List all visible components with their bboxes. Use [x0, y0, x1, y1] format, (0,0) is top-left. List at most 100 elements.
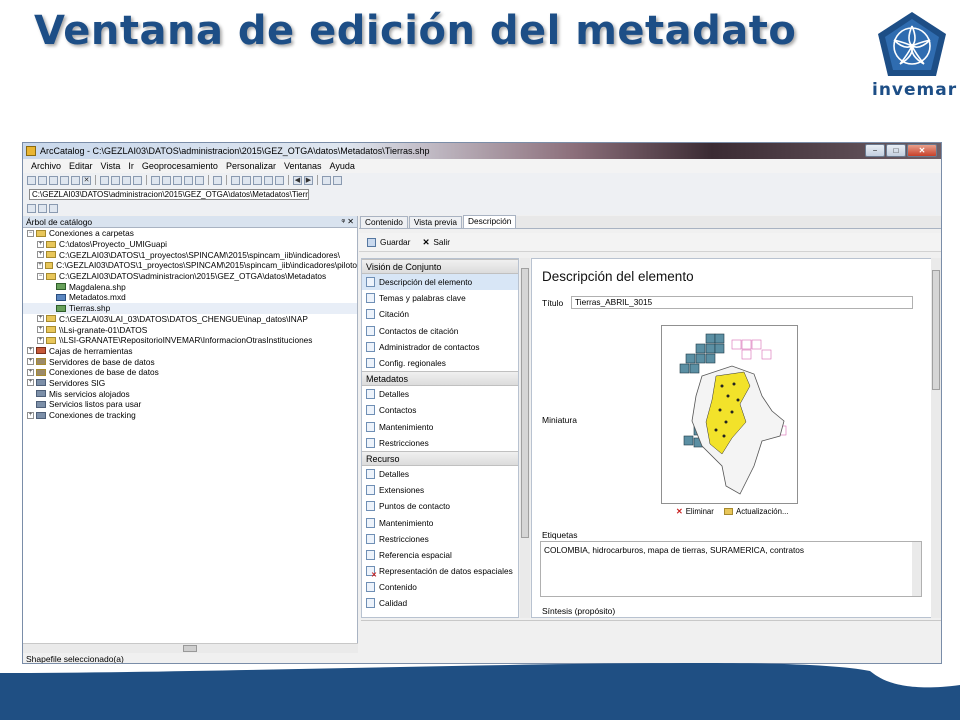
tree-item[interactable]: + \\LSI-GRANATE\RepositorioINVEMAR\Inform… [23, 335, 357, 346]
nav-item[interactable]: Contactos de citación [362, 323, 518, 339]
expand-icon[interactable]: + [27, 347, 34, 355]
info-icon[interactable] [322, 175, 331, 185]
nav-item[interactable]: Citación [362, 306, 518, 322]
exit-icon[interactable]: ✕ [422, 237, 429, 247]
tab-vista-previa[interactable]: Vista previa [408, 216, 463, 228]
large-icons-icon[interactable] [100, 175, 109, 185]
nav-item[interactable]: Administrador de contactos [362, 339, 518, 355]
expand-icon[interactable]: + [37, 336, 44, 344]
nav-item[interactable]: Mantenimiento [362, 419, 518, 435]
tags-scrollbar[interactable] [912, 542, 921, 596]
tree-item[interactable]: + Conexiones de base de datos [23, 367, 357, 378]
nav-section-header[interactable]: Recurso [362, 450, 518, 466]
nav-section-header[interactable]: Visión de Conjunto [362, 259, 518, 274]
tree-item[interactable]: Metadatos.mxd [23, 292, 357, 303]
title-bar[interactable]: ArcCatalog - C:\GEZLAI03\DATOS\administr… [23, 143, 941, 159]
model-builder-icon[interactable] [213, 175, 222, 185]
close-button[interactable]: ✕ [907, 144, 937, 157]
thumbnails-icon[interactable] [133, 175, 142, 185]
catalog-horizontal-scrollbar[interactable] [23, 643, 358, 653]
tree-item[interactable]: − C:\GEZLAI03\DATOS\administracion\2015\G… [23, 271, 357, 282]
disconnect-folder-icon[interactable] [49, 175, 58, 185]
nav-item[interactable]: Referencia espacial [362, 547, 518, 563]
menu-ventanas[interactable]: Ventanas [284, 161, 322, 171]
up-one-level-icon[interactable] [27, 175, 36, 185]
expand-icon[interactable]: + [37, 240, 44, 248]
expand-icon[interactable]: + [27, 368, 34, 376]
tree-item[interactable]: Mis servicios alojados [23, 388, 357, 399]
tags-textarea[interactable]: COLOMBIA, hidrocarburos, mapa de tierras… [540, 541, 922, 597]
nav-item[interactable]: Contactos [362, 402, 518, 418]
list-icon[interactable] [111, 175, 120, 185]
tree-item[interactable]: Magdalena.shp [23, 281, 357, 292]
edit-metadata-icon[interactable] [27, 203, 36, 213]
tree-item[interactable]: + Cajas de herramientas [23, 346, 357, 357]
tree-item[interactable]: Servicios listos para usar [23, 399, 357, 410]
launch-arcmap-icon[interactable] [151, 175, 160, 185]
full-extent-icon[interactable] [264, 175, 273, 185]
navigation-scrollbar[interactable] [520, 258, 530, 618]
tree-item[interactable]: + Servidores de base de datos [23, 356, 357, 367]
catalog-tree-icon[interactable] [162, 175, 171, 185]
menu-ir[interactable]: Ir [128, 161, 134, 171]
nav-item[interactable]: Temas y palabras clave [362, 290, 518, 306]
title-input[interactable]: Tierras_ABRIL_3015 [571, 296, 913, 309]
nav-item[interactable]: Contenido [362, 579, 518, 595]
expand-icon[interactable]: + [27, 411, 34, 419]
editor-scrollbar[interactable] [931, 258, 941, 618]
expand-icon[interactable]: + [37, 251, 44, 259]
nav-item[interactable]: Detalles [362, 386, 518, 402]
zoom-out-icon[interactable] [242, 175, 251, 185]
nav-item[interactable]: Representación de datos espaciales [362, 563, 518, 579]
tab-descripcion[interactable]: Descripción [463, 215, 517, 228]
minimize-button[interactable]: − [865, 144, 885, 157]
menu-editar[interactable]: Editar [69, 161, 93, 171]
tree-item[interactable]: − Conexiones a carpetas [23, 228, 357, 239]
export-metadata-icon[interactable] [38, 203, 47, 213]
nav-item[interactable]: Restricciones [362, 531, 518, 547]
update-thumbnail-button[interactable]: Actualización... [724, 507, 788, 516]
menu-vista[interactable]: Vista [101, 161, 121, 171]
nav-item[interactable]: Config. regionales [362, 355, 518, 371]
identify-icon[interactable] [275, 175, 284, 185]
maximize-button[interactable]: □ [886, 144, 906, 157]
nav-item[interactable]: Calidad [362, 595, 518, 611]
menu-archivo[interactable]: Archivo [31, 161, 61, 171]
nav-item[interactable]: Detalles [362, 466, 518, 482]
menu-ayuda[interactable]: Ayuda [330, 161, 355, 171]
tree-item[interactable]: + C:\datos\Proyecto_UMIGuapi [23, 239, 357, 250]
tree-item[interactable]: + Conexiones de tracking [23, 410, 357, 421]
pin-icon[interactable]: ᵠ ✕ [342, 216, 354, 228]
nav-item[interactable]: Mantenimiento [362, 514, 518, 530]
forward-icon[interactable]: ▶ [304, 175, 313, 185]
copy-icon[interactable] [60, 175, 69, 185]
tree-item[interactable]: Tierras.shp [23, 302, 357, 314]
search-window-icon[interactable] [173, 175, 182, 185]
delete-thumbnail-button[interactable]: ✕ Eliminar [676, 507, 714, 516]
tree-item[interactable]: + Servidores SIG [23, 378, 357, 389]
location-combobox[interactable]: C:\GEZLAI03\DATOS\administracion\2015\GE… [29, 188, 309, 200]
menu-geoprocesamiento[interactable]: Geoprocesamiento [142, 161, 218, 171]
tree-item[interactable]: + C:\GEZLAI03\LAI_03\DATOS\DATOS_CHENGUE\… [23, 314, 357, 325]
import-metadata-icon[interactable] [49, 203, 58, 213]
pan-icon[interactable] [253, 175, 262, 185]
tab-contenido[interactable]: Contenido [360, 216, 408, 228]
collapse-icon[interactable]: − [37, 272, 44, 280]
select-icon[interactable] [333, 175, 342, 185]
nav-section-header[interactable]: Metadatos [362, 371, 518, 387]
details-icon[interactable] [122, 175, 131, 185]
menu-personalizar[interactable]: Personalizar [226, 161, 276, 171]
collapse-icon[interactable]: − [27, 229, 34, 237]
nav-item[interactable]: Descripción del elemento [362, 274, 518, 291]
connect-folder-icon[interactable] [38, 175, 47, 185]
nav-item[interactable]: Extensiones [362, 482, 518, 498]
zoom-in-icon[interactable] [231, 175, 240, 185]
expand-icon[interactable]: + [27, 379, 34, 387]
save-button[interactable]: Guardar [380, 237, 410, 247]
arctoolbox-icon[interactable] [184, 175, 193, 185]
paste-icon[interactable] [71, 175, 80, 185]
expand-icon[interactable]: + [37, 326, 44, 334]
nav-item[interactable]: Restricciones [362, 435, 518, 451]
expand-icon[interactable]: + [27, 358, 34, 366]
expand-icon[interactable]: + [37, 261, 43, 269]
